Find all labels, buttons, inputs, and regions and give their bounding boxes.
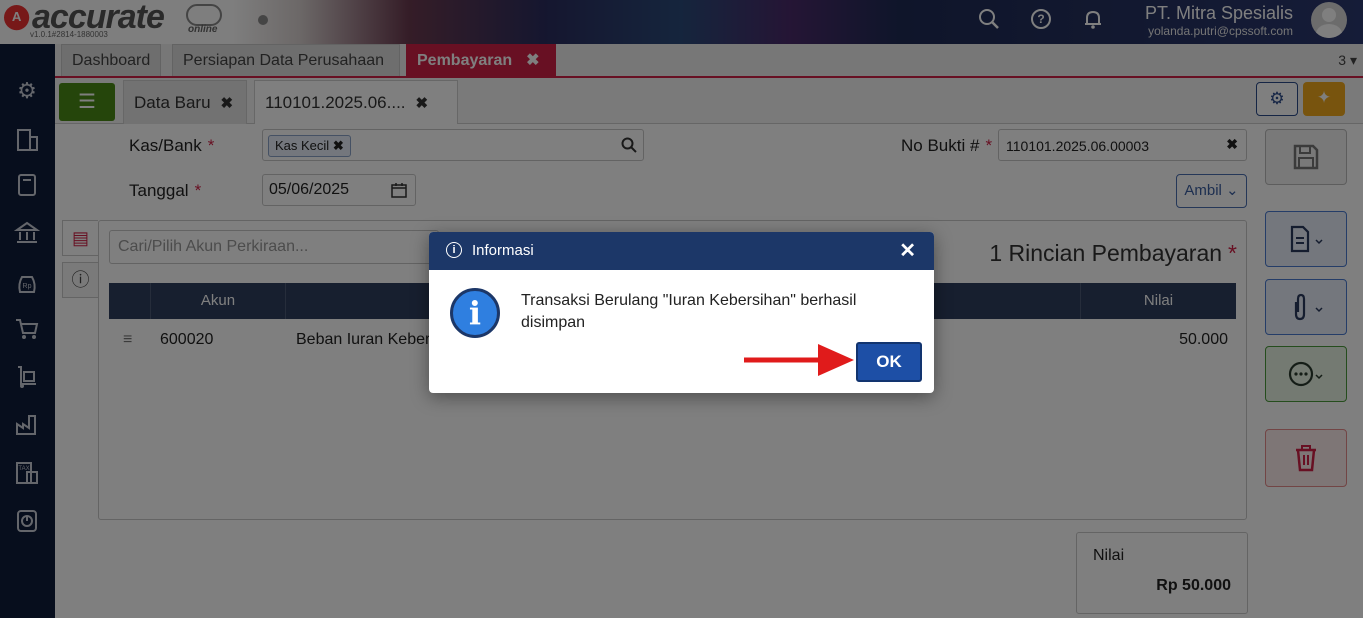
red-arrow-annotation (744, 344, 854, 376)
info-icon: i (446, 242, 462, 258)
info-dialog: i Informasi ✕ i Transaksi Berulang "Iura… (429, 232, 934, 393)
dialog-title: Informasi (472, 242, 534, 259)
info-large-icon: i (450, 288, 500, 338)
ok-button[interactable]: OK (856, 342, 922, 382)
dialog-message: Transaksi Berulang "Iuran Kebersihan" be… (521, 292, 857, 331)
dialog-header: i Informasi ✕ (429, 232, 934, 270)
close-icon[interactable]: ✕ (899, 238, 916, 263)
